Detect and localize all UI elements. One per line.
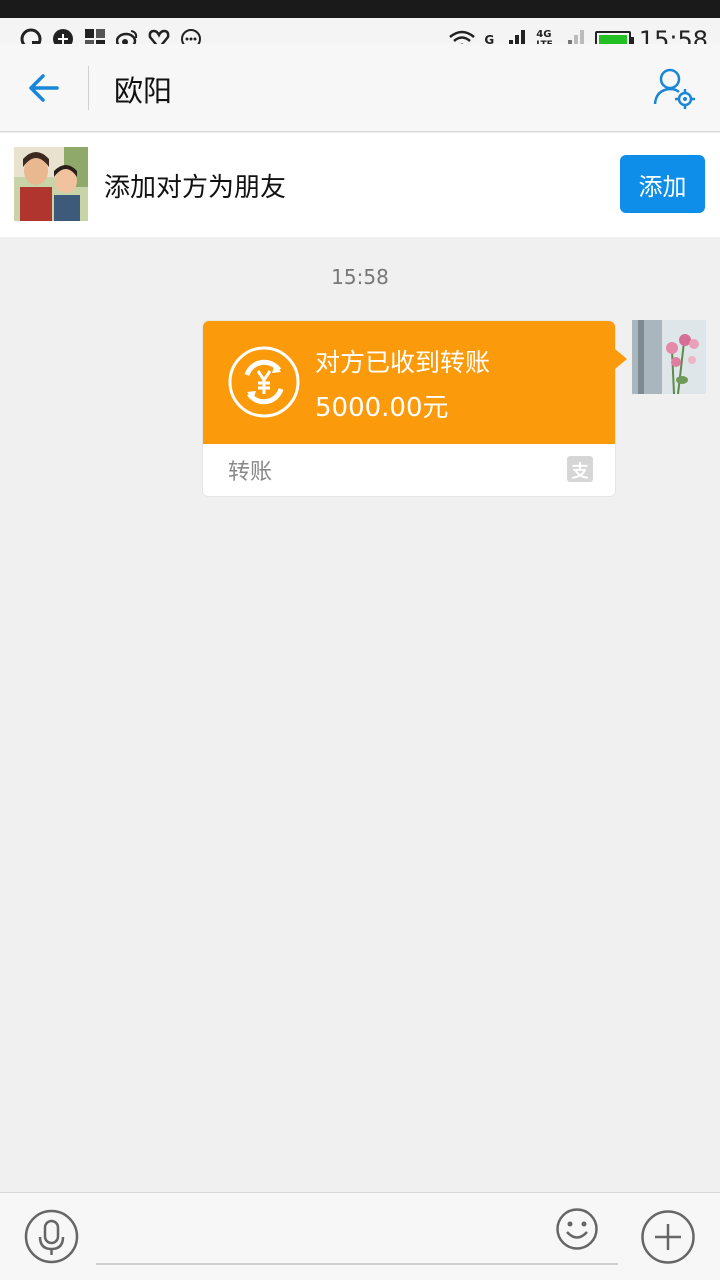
title-bar: 欧阳: [0, 44, 720, 132]
input-bar: [0, 1192, 720, 1280]
message-input[interactable]: [96, 1207, 618, 1265]
page-title: 欧阳: [114, 74, 173, 108]
my-avatar[interactable]: [632, 320, 706, 394]
transfer-message-bubble[interactable]: 对方已收到转账 5000.00元 转账 支: [202, 320, 627, 497]
status-bar: G 4G LTE 15:58: [0, 0, 720, 54]
contact-settings-button[interactable]: [652, 66, 698, 112]
contact-avatar[interactable]: [14, 147, 88, 221]
transfer-amount: 5000.00元: [315, 393, 449, 423]
transfer-card-header: 对方已收到转账 5000.00元: [203, 321, 615, 444]
transfer-yen-icon: [228, 346, 300, 418]
more-actions-button[interactable]: [640, 1209, 696, 1265]
back-arrow-icon: [29, 74, 59, 102]
add-friend-text: 添加对方为朋友: [104, 173, 287, 203]
message-timestamp: 15:58: [331, 265, 389, 289]
transfer-card-footer: 转账 支: [203, 444, 615, 497]
add-friend-bar: 添加对方为朋友 添加: [0, 133, 720, 237]
transfer-status: 对方已收到转账: [315, 348, 491, 377]
plus-icon: [641, 1210, 695, 1264]
smiley-icon: [556, 1208, 598, 1250]
emoji-button[interactable]: [555, 1207, 599, 1251]
add-friend-button[interactable]: 添加: [620, 155, 705, 213]
bubble-tail: [615, 349, 627, 369]
alipay-icon: 支: [567, 456, 593, 482]
title-divider: [88, 66, 89, 110]
back-button[interactable]: [20, 66, 68, 110]
voice-button[interactable]: [24, 1209, 79, 1264]
transfer-type-label: 转账: [228, 460, 273, 485]
microphone-icon: [24, 1209, 79, 1264]
user-settings-icon: [653, 68, 695, 109]
